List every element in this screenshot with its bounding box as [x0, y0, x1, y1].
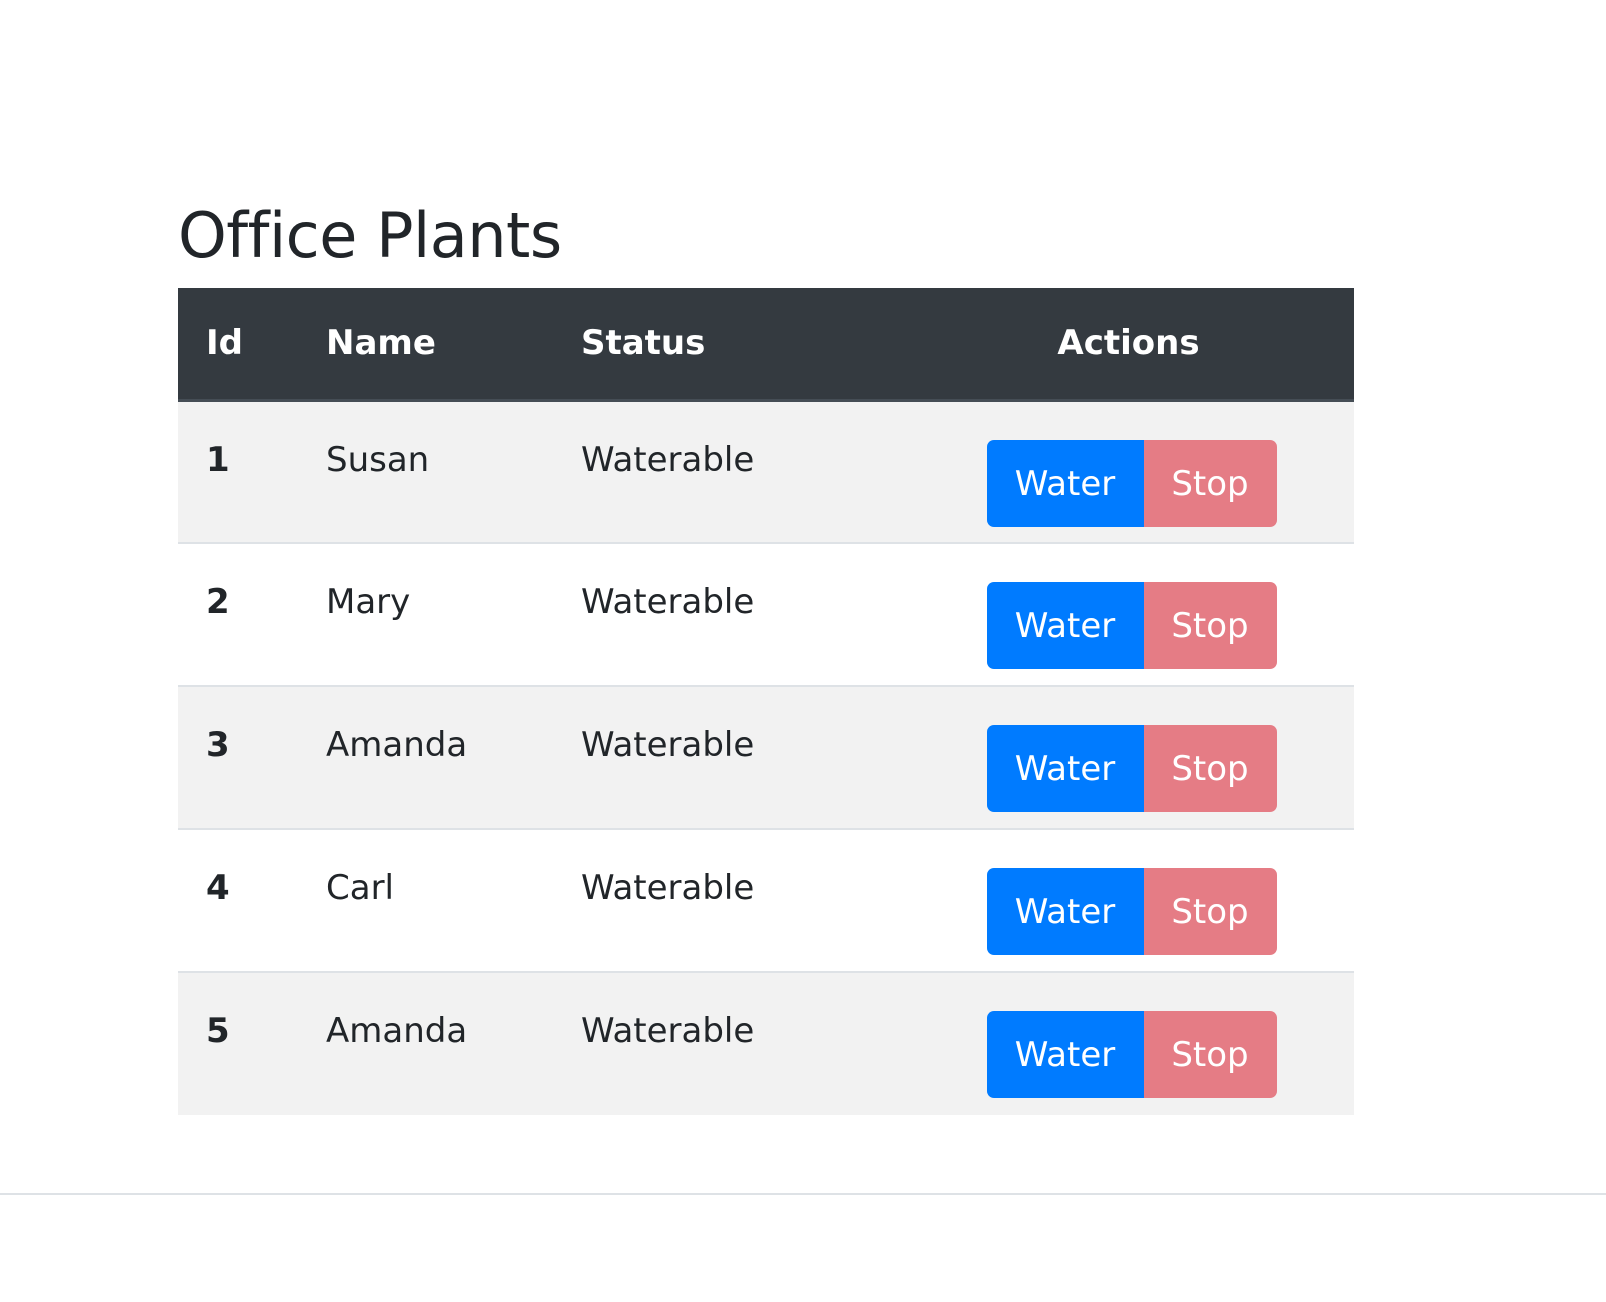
water-button[interactable]: Water	[986, 439, 1144, 527]
footer-divider	[0, 1193, 1606, 1195]
water-button[interactable]: Water	[986, 725, 1144, 812]
plant-id: 4	[206, 868, 230, 908]
stop-button[interactable]: Stop	[1143, 439, 1277, 527]
plant-id: 2	[206, 582, 230, 622]
table-header-row: Id Name Status Actions	[178, 288, 1354, 402]
plant-actions: Water Stop	[903, 543, 1354, 686]
stop-button[interactable]: Stop	[1143, 1011, 1277, 1098]
water-button[interactable]: Water	[986, 868, 1144, 955]
action-button-group: Water Stop	[986, 725, 1277, 812]
plant-actions: Water Stop	[903, 686, 1354, 829]
plant-status: Waterable	[581, 582, 755, 622]
plant-actions: Water Stop	[903, 400, 1354, 543]
plant-status: Waterable	[581, 868, 755, 908]
table-row: 4 Carl Waterable Water Stop	[178, 829, 1354, 972]
stop-button[interactable]: Stop	[1143, 582, 1277, 669]
table-body: 1 Susan Waterable Water Stop 2 Mary Wate…	[178, 400, 1354, 1115]
plant-id: 5	[206, 1011, 230, 1051]
table-header: Id Name Status Actions	[178, 288, 1354, 402]
stop-button[interactable]: Stop	[1143, 725, 1277, 812]
plant-name: Amanda	[326, 725, 468, 765]
plant-id: 3	[206, 725, 230, 765]
plant-name: Amanda	[326, 1011, 468, 1051]
column-header-actions: Actions	[903, 288, 1354, 402]
plant-status: Waterable	[581, 725, 755, 765]
plant-status: Waterable	[581, 1011, 755, 1051]
action-button-group: Water Stop	[986, 868, 1277, 955]
plant-actions: Water Stop	[903, 972, 1354, 1115]
table-row: 3 Amanda Waterable Water Stop	[178, 686, 1354, 829]
table-row: 5 Amanda Waterable Water Stop	[178, 972, 1354, 1115]
plant-name: Susan	[326, 439, 430, 480]
plants-table: Id Name Status Actions 1 Susan Waterable…	[178, 288, 1354, 1115]
stop-button[interactable]: Stop	[1143, 868, 1277, 955]
plant-actions: Water Stop	[903, 829, 1354, 972]
action-button-group: Water Stop	[986, 439, 1277, 527]
table-row: 2 Mary Waterable Water Stop	[178, 543, 1354, 686]
plant-name: Mary	[326, 582, 411, 622]
column-header-id: Id	[178, 288, 298, 402]
plant-name: Carl	[326, 868, 394, 908]
table-row: 1 Susan Waterable Water Stop	[178, 400, 1354, 543]
water-button[interactable]: Water	[986, 1011, 1144, 1098]
water-button[interactable]: Water	[986, 582, 1144, 669]
column-header-status: Status	[553, 288, 903, 402]
page-title: Office Plants	[178, 199, 562, 272]
action-button-group: Water Stop	[986, 582, 1277, 669]
plant-id: 1	[206, 439, 230, 480]
plant-status: Waterable	[581, 439, 755, 480]
action-button-group: Water Stop	[986, 1011, 1277, 1098]
column-header-name: Name	[298, 288, 553, 402]
